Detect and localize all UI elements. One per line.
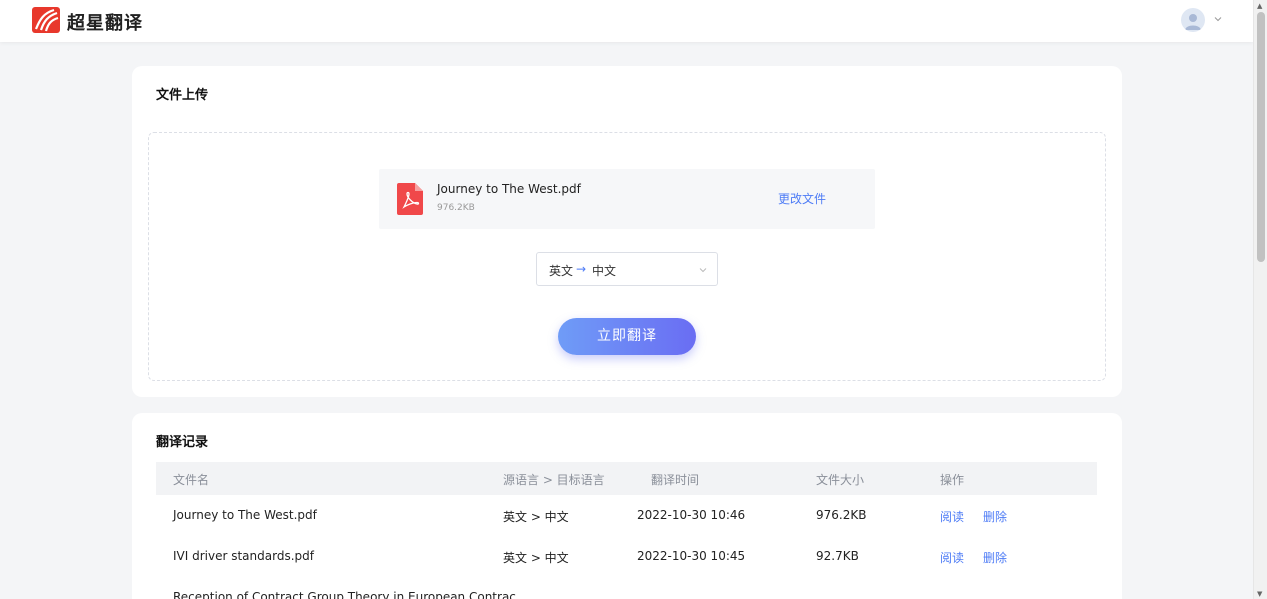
row-time: 2022-10-30 10:45 (637, 549, 746, 563)
source-language: 英文 (549, 264, 574, 278)
table-row: Reception of Contract Group Theory in Eu… (156, 577, 1097, 599)
file-name: Journey to The West.pdf (437, 182, 581, 196)
row-filename: IVI driver standards.pdf (173, 549, 314, 563)
row-languages: 英文 > 中文 (503, 510, 569, 524)
read-link[interactable]: 阅读 (940, 508, 964, 525)
column-header-time: 翻译时间 (651, 473, 700, 487)
row-time: 2022-10-30 10:46 (637, 508, 746, 522)
delete-link[interactable]: 删除 (983, 549, 1007, 566)
upload-dropzone[interactable]: Journey to The West.pdf 976.2KB 更改文件 英文 … (148, 132, 1106, 381)
target-language: 中文 (592, 264, 617, 278)
translation-history-card: 翻译记录 文件名 源语言 > 目标语言 翻译时间 文件大小 操作 Journey… (132, 413, 1122, 599)
table-row: IVI driver standards.pdf 英文 > 中文 2022-10… (156, 536, 1097, 576)
page-scrollbar[interactable]: ▲ ▼ (1253, 0, 1267, 599)
chevron-down-icon (699, 268, 707, 273)
scrollbar-thumb[interactable] (1257, 12, 1265, 262)
chaoxing-logo-icon[interactable] (32, 7, 60, 33)
column-header-languages: 源语言 > 目标语言 (503, 473, 605, 487)
history-title: 翻译记录 (156, 435, 209, 450)
row-languages: 英文 > 中文 (503, 551, 569, 565)
column-header-filename: 文件名 (173, 473, 210, 487)
arrow-right-icon: → (576, 262, 587, 276)
top-bar: 超星翻译 (0, 0, 1253, 42)
pdf-file-icon (397, 183, 423, 215)
column-header-size: 文件大小 (816, 473, 865, 487)
translate-now-button[interactable]: 立即翻译 (558, 318, 696, 355)
scroll-up-icon[interactable]: ▲ (1257, 2, 1262, 10)
user-icon (1185, 14, 1201, 30)
file-upload-card: 文件上传 Journey to The West.pdf 976.2KB 更改文… (132, 66, 1122, 397)
read-link[interactable]: 阅读 (940, 549, 964, 566)
change-file-button[interactable]: 更改文件 (778, 190, 826, 207)
language-select[interactable]: 英文 → 中文 (536, 252, 718, 286)
brand-name: 超星翻译 (67, 13, 143, 34)
chevron-down-icon[interactable] (1213, 14, 1223, 24)
scroll-down-icon[interactable]: ▼ (1257, 590, 1262, 598)
file-size: 976.2KB (437, 203, 475, 213)
table-row: Journey to The West.pdf 英文 > 中文 2022-10-… (156, 495, 1097, 535)
upload-title: 文件上传 (156, 88, 209, 103)
delete-link[interactable]: 删除 (983, 508, 1007, 525)
row-size: 976.2KB (816, 508, 867, 522)
row-filename: Journey to The West.pdf (173, 508, 317, 522)
row-size: 92.7KB (816, 549, 859, 563)
column-header-actions: 操作 (940, 473, 965, 487)
row-filename: Reception of Contract Group Theory in Eu… (173, 590, 528, 599)
table-header: 文件名 源语言 > 目标语言 翻译时间 文件大小 操作 (156, 462, 1097, 495)
user-avatar[interactable] (1181, 8, 1205, 32)
selected-file: Journey to The West.pdf 976.2KB 更改文件 (379, 169, 875, 229)
